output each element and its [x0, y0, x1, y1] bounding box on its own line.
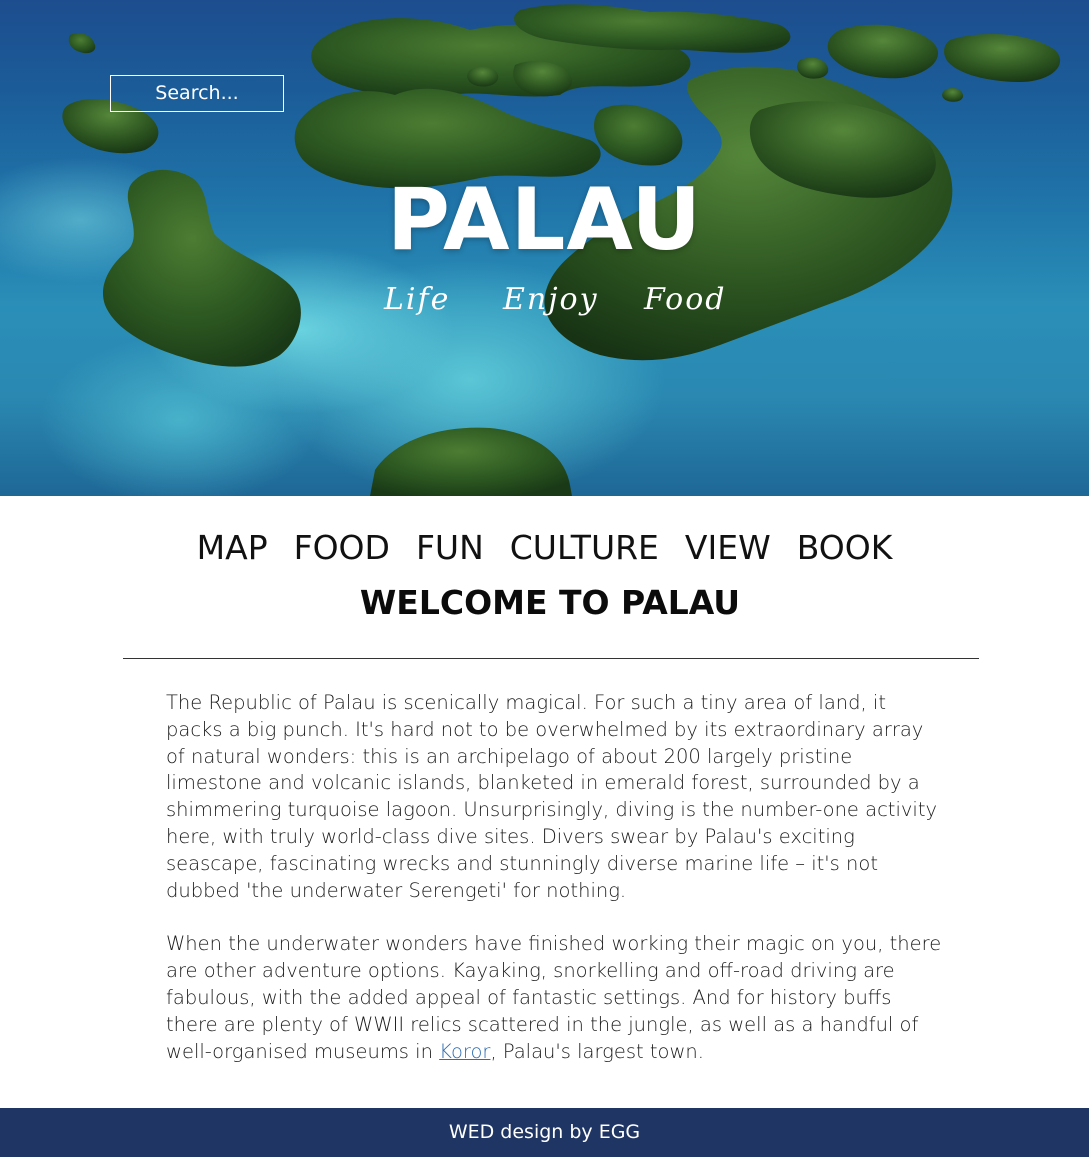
- adventure-paragraph: When the underwater wonders have finishe…: [166, 931, 946, 1065]
- tagline-life: Life: [384, 282, 451, 317]
- footer-credit: WED design by EGG: [448, 1121, 641, 1143]
- nav-item-book[interactable]: BOOK: [797, 526, 893, 570]
- nav-item-culture[interactable]: CULTURE: [510, 526, 659, 570]
- search-input[interactable]: Search...: [110, 75, 284, 112]
- section-divider: [123, 658, 979, 659]
- page-heading: WELCOME TO PALAU: [359, 583, 741, 622]
- nav-item-fun[interactable]: FUN: [416, 526, 484, 570]
- koror-link[interactable]: Koror: [439, 1040, 490, 1063]
- nav-item-food[interactable]: FOOD: [294, 526, 390, 570]
- site-footer: WED design by EGG: [0, 1108, 1089, 1157]
- tagline-enjoy: Enjoy: [503, 282, 599, 317]
- adventure-text-end: , Palau's largest town.: [490, 1039, 704, 1063]
- nav-item-view[interactable]: VIEW: [685, 526, 771, 570]
- site-title: PALAU: [386, 170, 703, 270]
- intro-paragraph: The Republic of Palau is scenically magi…: [166, 691, 938, 902]
- hero-banner: Search... PALAU Life Enjoy Food: [0, 0, 1089, 496]
- nav-item-map[interactable]: MAP: [197, 526, 268, 570]
- main-navigation: MAP FOOD FUN CULTURE VIEW BOOK: [0, 526, 1089, 570]
- tagline-food: Food: [644, 282, 727, 317]
- article-body: The Republic of Palau is scenically magi…: [166, 690, 946, 1092]
